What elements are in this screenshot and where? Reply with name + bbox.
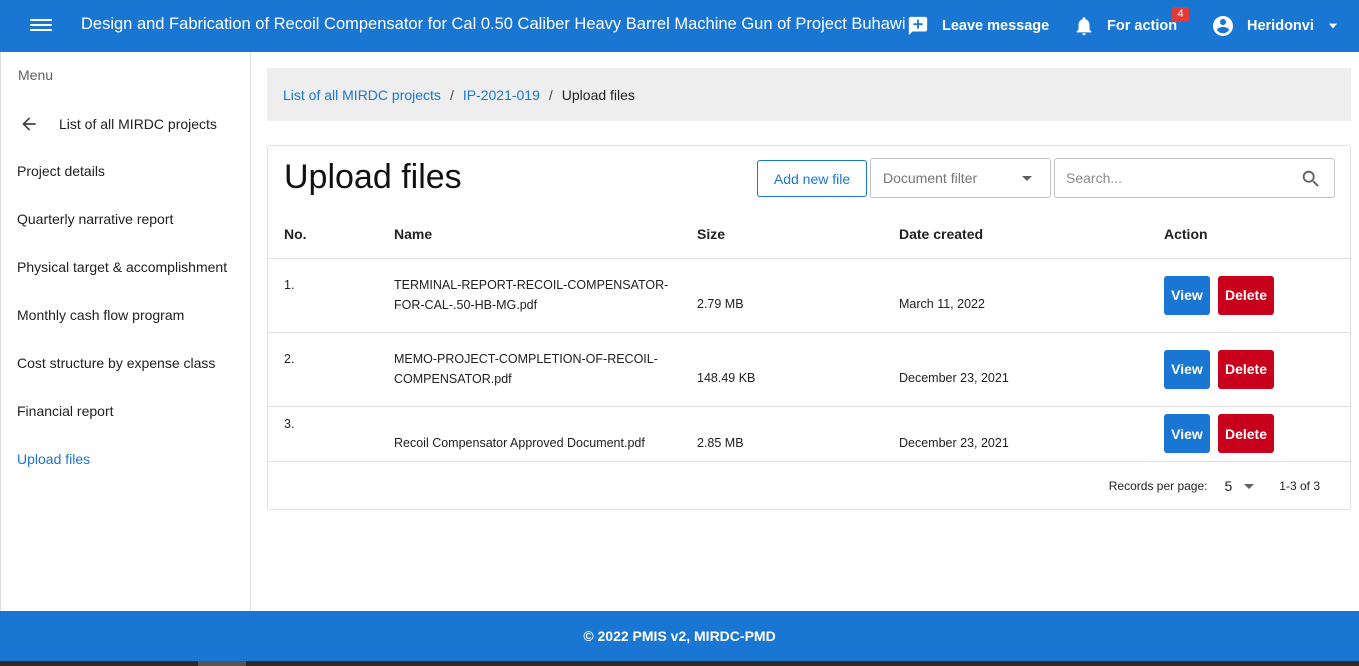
row-number: 3. bbox=[284, 416, 295, 431]
row-number: 2. bbox=[284, 352, 295, 366]
view-button[interactable]: View bbox=[1164, 349, 1210, 389]
column-header-no: No. bbox=[268, 211, 378, 259]
leave-message-button[interactable]: Leave message bbox=[907, 0, 1049, 52]
records-per-page-value: 5 bbox=[1224, 478, 1233, 494]
breadcrumb-link-projects[interactable]: List of all MIRDC projects bbox=[283, 87, 441, 103]
document-filter-placeholder: Document filter bbox=[883, 170, 978, 186]
for-action-label: For action bbox=[1107, 18, 1178, 34]
dropdown-arrow-icon bbox=[1022, 176, 1032, 181]
document-filter-select[interactable]: Document filter bbox=[870, 158, 1051, 198]
sidebar-item-upload-files[interactable]: Upload files bbox=[17, 451, 90, 467]
table-row: 3. Recoil Compensator Approved Document.… bbox=[268, 406, 1350, 462]
footer: © 2022 PMIS v2, MIRDC-PMD bbox=[0, 611, 1359, 661]
column-header-size: Size bbox=[681, 211, 883, 259]
records-per-page-label: Records per page: bbox=[1108, 479, 1208, 493]
table-row: 1. TERMINAL-REPORT-RECOIL-COMPENSATOR- FO… bbox=[268, 258, 1350, 333]
date-created: December 23, 2021 bbox=[899, 371, 1009, 385]
sidebar-back-link[interactable]: List of all MIRDC projects bbox=[19, 114, 217, 134]
sidebar-back-label: List of all MIRDC projects bbox=[59, 116, 217, 132]
account-circle-icon bbox=[1213, 16, 1233, 36]
scrollbar-thumb[interactable] bbox=[198, 661, 246, 666]
footer-copyright: © 2022 PMIS v2, MIRDC-PMD bbox=[583, 628, 776, 644]
sidebar-item-project-details[interactable]: Project details bbox=[17, 163, 105, 179]
delete-button[interactable]: Delete bbox=[1218, 275, 1274, 315]
sidebar-item-physical-target[interactable]: Physical target & accomplishment bbox=[17, 259, 227, 275]
breadcrumb: List of all MIRDC projects / IP-2021-019… bbox=[267, 68, 1351, 121]
breadcrumb-separator: / bbox=[449, 86, 454, 103]
breadcrumb-separator: / bbox=[548, 86, 553, 103]
column-header-date-created: Date created bbox=[883, 211, 1148, 259]
add-comment-icon bbox=[908, 16, 928, 36]
date-created: March 11, 2022 bbox=[899, 297, 985, 311]
delete-button[interactable]: Delete bbox=[1218, 414, 1274, 453]
table-pagination: Records per page: 5 1-3 of 3 bbox=[1109, 478, 1320, 494]
file-name-line: COMPENSATOR.pdf bbox=[394, 372, 512, 386]
records-per-page-select[interactable]: 5 bbox=[1225, 478, 1255, 494]
file-size: 148.49 KB bbox=[697, 371, 756, 385]
hamburger-menu-icon[interactable] bbox=[30, 16, 52, 36]
file-name-line: MEMO-PROJECT-COMPLETION-OF-RECOIL- bbox=[394, 352, 658, 366]
file-size: 2.79 MB bbox=[697, 297, 744, 311]
date-created: December 23, 2021 bbox=[899, 435, 1009, 450]
project-title: Design and Fabrication of Recoil Compens… bbox=[81, 15, 906, 33]
user-name: Heridonvi bbox=[1247, 18, 1314, 34]
bell-icon bbox=[1076, 17, 1092, 36]
table-header-row: No. Name Size Date created Action bbox=[268, 211, 1350, 259]
table-row: 2. MEMO-PROJECT-COMPLETION-OF-RECOIL- COM… bbox=[268, 332, 1350, 407]
file-name-line: TERMINAL-REPORT-RECOIL-COMPENSATOR- bbox=[394, 278, 669, 292]
arrow-back-icon bbox=[22, 117, 36, 131]
file-name-line: Recoil Compensator Approved Document.pdf bbox=[394, 435, 645, 450]
upload-files-card: Upload files Add new file Document filte… bbox=[267, 145, 1351, 510]
page-title: Upload files bbox=[284, 158, 462, 196]
search-icon[interactable] bbox=[1300, 168, 1322, 190]
sidebar-item-cost-structure[interactable]: Cost structure by expense class bbox=[17, 355, 215, 371]
row-number: 1. bbox=[284, 278, 295, 292]
file-name-line: FOR-CAL-.50-HB-MG.pdf bbox=[394, 298, 538, 312]
files-table: No. Name Size Date created Action 1. TER… bbox=[268, 211, 1350, 462]
column-header-action: Action bbox=[1148, 211, 1350, 259]
chevron-down-icon bbox=[1328, 23, 1337, 29]
delete-button[interactable]: Delete bbox=[1218, 349, 1274, 389]
view-button[interactable]: View bbox=[1164, 275, 1210, 315]
dropdown-arrow-icon bbox=[1244, 483, 1255, 489]
for-action-button[interactable]: For action 4 bbox=[1073, 0, 1189, 52]
breadcrumb-link-project-code[interactable]: IP-2021-019 bbox=[463, 87, 540, 103]
breadcrumb-current: Upload files bbox=[561, 86, 635, 103]
add-new-file-button[interactable]: Add new file bbox=[757, 160, 867, 197]
search-field bbox=[1054, 158, 1335, 198]
column-header-name: Name bbox=[378, 211, 681, 259]
sidebar-item-quarterly-narrative-report[interactable]: Quarterly narrative report bbox=[17, 211, 173, 227]
user-menu[interactable]: Heridonvi bbox=[1211, 0, 1340, 52]
file-size: 2.85 MB bbox=[697, 435, 744, 450]
horizontal-scrollbar[interactable] bbox=[0, 661, 1359, 666]
sidebar-item-financial-report[interactable]: Financial report bbox=[17, 403, 114, 419]
leave-message-label: Leave message bbox=[942, 18, 1050, 34]
search-input[interactable] bbox=[1055, 159, 1295, 197]
for-action-badge: 4 bbox=[1172, 7, 1189, 22]
sidebar: Menu List of all MIRDC projects Project … bbox=[0, 52, 251, 611]
app-bar: Design and Fabrication of Recoil Compens… bbox=[0, 0, 1359, 52]
sidebar-caption: Menu bbox=[18, 67, 54, 83]
sidebar-item-monthly-cash-flow[interactable]: Monthly cash flow program bbox=[17, 307, 184, 323]
pagination-range: 1-3 of 3 bbox=[1279, 479, 1320, 493]
view-button[interactable]: View bbox=[1164, 414, 1210, 453]
